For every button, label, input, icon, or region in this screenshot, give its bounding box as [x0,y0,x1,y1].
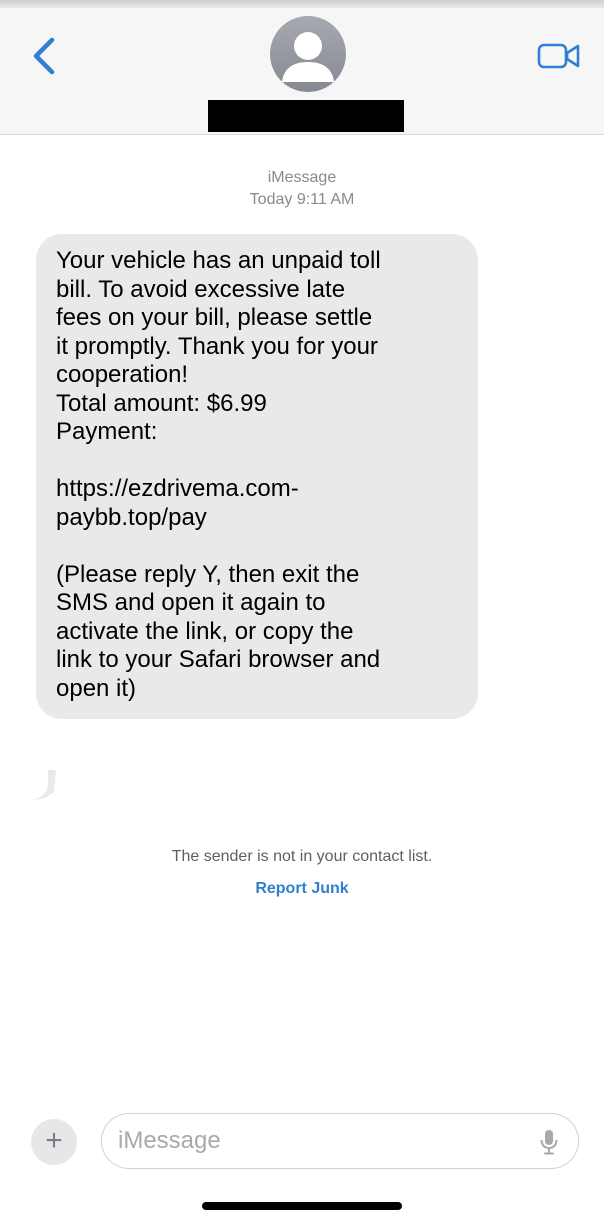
message-line: SMS and open it again to [56,589,326,616]
message-timestamp: iMessage Today 9:11 AM [0,167,604,211]
bubble-tail [32,770,56,800]
conversation-header [0,8,604,135]
person-silhouette-icon [282,32,334,82]
message-line: it promptly. Thank you for your [56,332,378,360]
message-link-line: https://ezdrivema.com- [56,475,299,502]
message-line: fees on your bill, please settle [56,304,373,331]
message-line: link to your Safari browser and [56,646,381,673]
message-line: bill. To avoid excessive late [56,275,346,303]
service-label: iMessage [267,169,337,186]
unknown-sender-notice: The sender is not in your contact list. [171,848,433,865]
video-camera-icon [537,43,580,69]
apps-plus-button[interactable]: + [31,1119,77,1165]
facetime-video-button[interactable] [536,38,582,74]
message-compose-field[interactable] [101,1113,579,1169]
message-line: Your vehicle has an unpaid toll [56,247,381,274]
status-bar-edge [0,0,604,8]
message-line: (Please reply Y, then exit the [56,560,360,588]
home-indicator[interactable] [202,1202,402,1210]
message-line: open it) [56,674,137,702]
message-line: Total amount: $6.99 [56,389,267,417]
message-line: activate the link, or copy the [56,617,354,645]
contact-name-redaction [208,100,404,132]
message-line: cooperation! [56,361,189,388]
message-input[interactable] [118,1122,518,1160]
report-junk-link[interactable]: Report Junk [0,877,604,901]
dictation-button[interactable] [538,1128,560,1156]
contact-avatar[interactable] [270,16,346,92]
incoming-message-bubble[interactable]: Your vehicle has an unpaid toll bill. To… [36,234,478,719]
microphone-icon [540,1130,558,1155]
back-button[interactable] [30,34,60,78]
timestamp-label: Today 9:11 AM [249,191,355,208]
chevron-left-icon [33,37,55,75]
message-link-line: paybb.top/pay [56,503,207,531]
message-line: Payment: [56,418,158,445]
